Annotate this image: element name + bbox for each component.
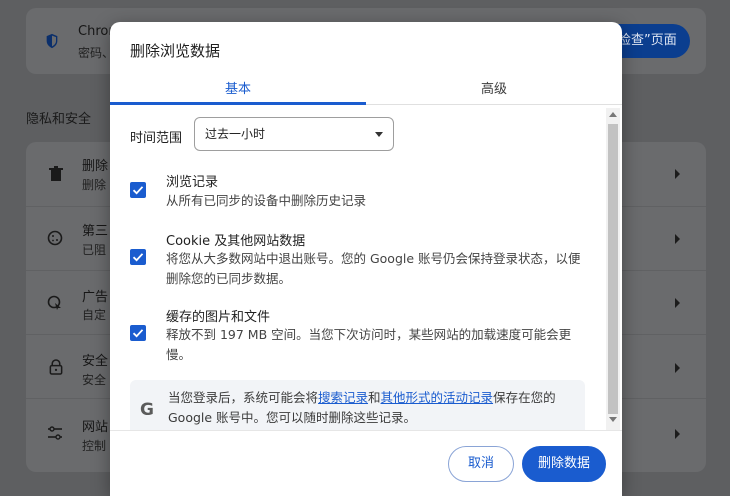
checkmark-icon [132, 253, 144, 262]
row-subtitle: 已阻 [82, 243, 107, 257]
cookies-checkbox[interactable] [130, 249, 146, 265]
scroll-up-icon[interactable] [609, 112, 617, 117]
row-title: 安全 [82, 354, 109, 369]
row-subtitle: 自定 [82, 308, 107, 322]
time-range-value: 过去一小时 [205, 127, 266, 141]
section-heading: 隐私和安全 [26, 112, 92, 127]
ad-privacy-icon [47, 295, 61, 310]
google-account-info: G 当您登录后，系统可能会将搜索记录和其他形式的活动记录保存在您的 Google… [130, 380, 585, 430]
row-title: 第三 [82, 224, 109, 239]
scroll-down-icon[interactable] [609, 417, 617, 422]
lock-icon [49, 359, 63, 375]
chevron-right-icon [675, 169, 680, 179]
tab-advanced[interactable]: 高级 [366, 78, 622, 104]
row-subtitle: 删除 [82, 178, 107, 192]
time-range-label: 时间范围 [130, 131, 183, 146]
chevron-right-icon [675, 363, 680, 373]
info-text-mid: 和 [368, 390, 381, 405]
history-checkbox[interactable] [130, 182, 146, 198]
trash-icon [49, 166, 63, 181]
row-subtitle: 控制 [82, 439, 107, 453]
cookie-icon [47, 230, 63, 246]
time-range-select[interactable]: 过去一小时 [194, 117, 394, 151]
info-text: 当您登录后，系统可能会将搜索记录和其他形式的活动记录保存在您的 Google 账… [168, 388, 578, 428]
option-title: 浏览记录 [166, 175, 219, 190]
checkmark-icon [132, 329, 144, 338]
row-title: 广告 [82, 290, 109, 305]
checkmark-icon [132, 186, 144, 195]
option-description: 将您从大多数网站中退出账号。您的 Google 账号仍会保持登录状态，以便删除您… [166, 251, 581, 286]
chevron-right-icon [675, 234, 680, 244]
row-title: 网站 [82, 420, 109, 435]
cache-checkbox[interactable] [130, 325, 146, 341]
chevron-right-icon [675, 429, 680, 439]
dialog-scroll-area[interactable]: 时间范围 过去一小时 浏览记录 从所有已同步的设备中删除历史记录 Cookie … [110, 105, 622, 430]
delete-data-button[interactable]: 删除数据 [522, 446, 606, 482]
option-title: 缓存的图片和文件 [166, 310, 271, 325]
google-g-icon: G [140, 400, 154, 420]
footer-divider [110, 430, 622, 431]
chevron-right-icon [675, 298, 680, 308]
row-title: 删除 [82, 159, 109, 174]
cancel-button[interactable]: 取消 [448, 446, 514, 482]
dropdown-arrow-icon [375, 132, 383, 137]
other-activity-link[interactable]: 其他形式的活动记录 [381, 390, 494, 405]
shield-icon [46, 33, 58, 49]
tab-basic[interactable]: 基本 [110, 78, 366, 104]
scrollbar-thumb[interactable] [608, 124, 618, 414]
dialog-title: 删除浏览数据 [130, 42, 221, 60]
info-text-before: 当您登录后，系统可能会将 [168, 390, 319, 405]
option-description: 从所有已同步的设备中删除历史记录 [166, 193, 367, 208]
option-title: Cookie 及其他网站数据 [166, 234, 306, 249]
safety-check-subtitle: 密码、 [78, 46, 115, 60]
row-subtitle: 安全 [82, 373, 107, 387]
sliders-icon [48, 426, 62, 440]
clear-browsing-data-dialog: 删除浏览数据 基本 高级 时间范围 过去一小时 浏览记录 从所有已同步的设备中删… [110, 22, 622, 496]
search-history-link[interactable]: 搜索记录 [318, 390, 368, 405]
option-description: 释放不到 197 MB 空间。当您下次访问时，某些网站的加载速度可能会更慢。 [166, 327, 572, 362]
